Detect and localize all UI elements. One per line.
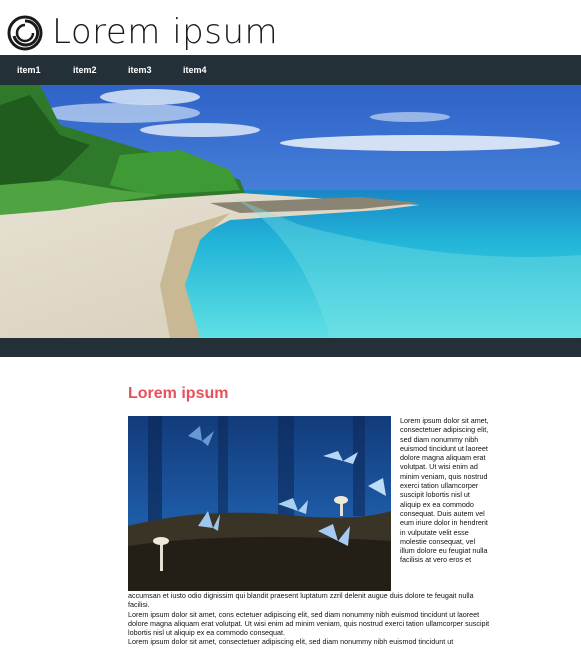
article-side-text: Lorem ipsum dolor sit amet, consectetuer… [400,416,489,565]
main-nav: item1 item2 item3 item4 [0,55,581,85]
nav-item-4[interactable]: item4 [183,55,207,85]
nav-item-3[interactable]: item3 [128,55,152,85]
article-paragraph-3: Lorem ipsum dolor sit amet, consectetuer… [128,637,454,647]
page: Lorem ipsum item1 item2 item3 item4 Lore… [0,0,581,661]
butterflies-image [128,416,391,591]
nav-item-1[interactable]: item1 [17,55,41,85]
article-paragraph-2: Lorem ipsum dolor sit amet, cons ectetue… [128,609,490,638]
hero-beach-image [0,85,581,338]
hero-bottom-bar [0,338,581,357]
site-title[interactable]: Lorem ipsum [52,11,278,53]
site-header: Lorem ipsum [0,0,581,55]
content-title: Lorem ipsum [128,385,229,402]
nav-item-2[interactable]: item2 [73,55,97,85]
circular-swirl-icon[interactable] [6,12,44,54]
article-body: accumsan et iusto odio dignissim qui bla… [128,591,490,647]
article-paragraph-continued: accumsan et iusto odio dignissim qui bla… [128,591,474,610]
